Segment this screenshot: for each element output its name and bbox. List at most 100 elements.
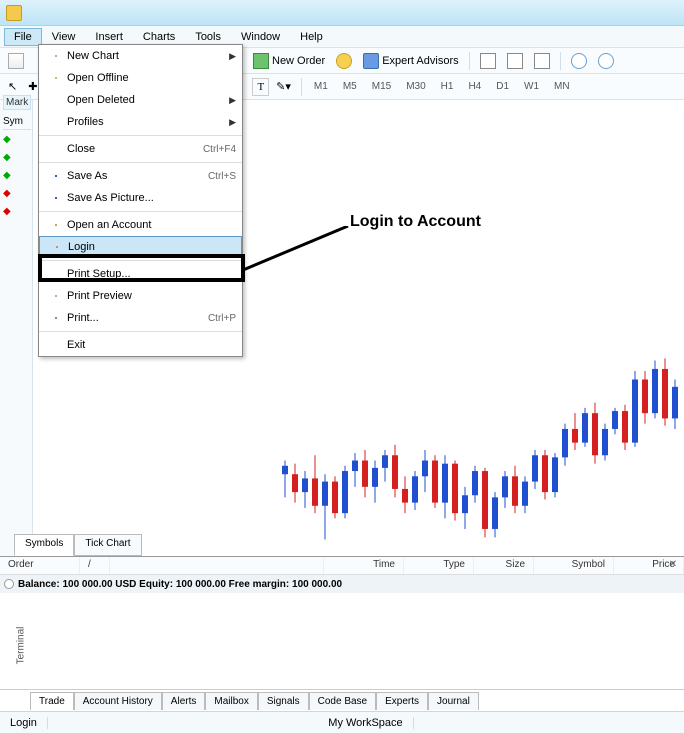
terminal-side-label: Terminal bbox=[15, 627, 26, 665]
file-open-offline[interactable]: Open Offline bbox=[39, 67, 242, 89]
tf-w1[interactable]: W1 bbox=[518, 78, 545, 95]
file-open-account[interactable]: Open an Account bbox=[39, 214, 242, 236]
tf-d1[interactable]: D1 bbox=[490, 78, 515, 95]
symbols-tab[interactable]: Symbols bbox=[14, 534, 74, 556]
tf-mn[interactable]: MN bbox=[548, 78, 576, 95]
col-time[interactable]: Time bbox=[324, 557, 404, 574]
up-arrow-icon: ◆ bbox=[3, 152, 17, 166]
terminal-tab-alerts[interactable]: Alerts bbox=[162, 692, 206, 710]
terminal-close-button[interactable]: ✕ bbox=[666, 559, 680, 573]
col-sort[interactable]: / bbox=[80, 557, 110, 574]
label: Print Preview bbox=[67, 290, 236, 302]
separator bbox=[301, 78, 302, 96]
expert-advisors-toggle[interactable] bbox=[332, 51, 356, 71]
status-circle-icon bbox=[4, 579, 14, 589]
up-arrow-icon: ◆ bbox=[3, 134, 17, 148]
file-print-preview[interactable]: Print Preview bbox=[39, 285, 242, 307]
col-type[interactable]: Type bbox=[404, 557, 474, 574]
indicators-btn[interactable] bbox=[530, 51, 554, 71]
label: Profiles bbox=[67, 116, 229, 128]
tf-h1[interactable]: H1 bbox=[435, 78, 460, 95]
file-save-as[interactable]: Save AsCtrl+S bbox=[39, 165, 242, 187]
file-open-deleted[interactable]: Open Deleted▶ bbox=[39, 89, 242, 111]
file-menu-dropdown: New Chart▶ Open Offline Open Deleted▶ Pr… bbox=[38, 44, 243, 357]
chart-shift-icon bbox=[507, 53, 523, 69]
terminal-tab-codebase[interactable]: Code Base bbox=[309, 692, 376, 710]
file-profiles[interactable]: Profiles▶ bbox=[39, 111, 242, 133]
terminal-header: Order / Time Type Size Symbol Price bbox=[0, 557, 684, 575]
menu-separator bbox=[39, 211, 242, 212]
zoom-in-icon bbox=[571, 53, 587, 69]
shortcut: Ctrl+F4 bbox=[195, 144, 236, 155]
down-arrow-icon: ◆ bbox=[3, 188, 17, 202]
printer-icon bbox=[55, 317, 57, 319]
login-icon bbox=[56, 246, 58, 248]
file-print-setup[interactable]: Print Setup... bbox=[39, 263, 242, 285]
tf-m30[interactable]: M30 bbox=[400, 78, 431, 95]
person-icon bbox=[55, 224, 57, 226]
submenu-arrow-icon: ▶ bbox=[229, 117, 236, 128]
text-label-tool[interactable]: T bbox=[252, 78, 269, 96]
file-save-as-picture[interactable]: Save As Picture... bbox=[39, 187, 242, 209]
tf-m15[interactable]: M15 bbox=[366, 78, 397, 95]
expert-advisors-button[interactable]: Expert Advisors bbox=[359, 51, 462, 71]
ea-label: Expert Advisors bbox=[382, 55, 458, 67]
file-close[interactable]: CloseCtrl+F4 bbox=[39, 138, 242, 160]
menu-charts[interactable]: Charts bbox=[133, 28, 185, 46]
file-print[interactable]: Print...Ctrl+P bbox=[39, 307, 242, 329]
label: Close bbox=[67, 143, 195, 155]
cursor-tool[interactable]: ↖ bbox=[4, 78, 21, 95]
menu-separator bbox=[39, 331, 242, 332]
label: New Chart bbox=[67, 50, 229, 62]
balance-row: Balance: 100 000.00 USD Equity: 100 000.… bbox=[0, 575, 684, 593]
drawing-tool[interactable]: ✎▾ bbox=[272, 78, 295, 95]
tf-m1[interactable]: M1 bbox=[308, 78, 334, 95]
ea-icon bbox=[363, 53, 379, 69]
save-icon bbox=[55, 175, 57, 177]
menu-window[interactable]: Window bbox=[231, 28, 290, 46]
indicators-icon bbox=[534, 53, 550, 69]
callout-text: Login to Account bbox=[350, 213, 481, 231]
terminal-tab-signals[interactable]: Signals bbox=[258, 692, 309, 710]
new-chart-icon bbox=[55, 55, 57, 57]
picture-icon bbox=[55, 197, 57, 199]
zoom-in-btn[interactable] bbox=[567, 51, 591, 71]
tf-m5[interactable]: M5 bbox=[337, 78, 363, 95]
chart-scroll-btn[interactable] bbox=[476, 51, 500, 71]
col-order[interactable]: Order bbox=[0, 557, 80, 574]
terminal-tab-experts[interactable]: Experts bbox=[376, 692, 428, 710]
separator bbox=[469, 52, 470, 70]
plus-icon bbox=[253, 53, 269, 69]
candlestick-chart bbox=[278, 350, 684, 560]
terminal-tab-trade[interactable]: Trade bbox=[30, 692, 74, 710]
tf-h4[interactable]: H4 bbox=[462, 78, 487, 95]
status-workspace: My WorkSpace bbox=[318, 717, 413, 729]
menu-help[interactable]: Help bbox=[290, 28, 333, 46]
menu-tools[interactable]: Tools bbox=[185, 28, 231, 46]
menu-view[interactable]: View bbox=[42, 28, 86, 46]
status-login: Login bbox=[0, 717, 48, 729]
menu-separator bbox=[39, 260, 242, 261]
file-new-chart[interactable]: New Chart▶ bbox=[39, 45, 242, 67]
terminal-tab-history[interactable]: Account History bbox=[74, 692, 162, 710]
menu-insert[interactable]: Insert bbox=[85, 28, 133, 46]
tick-chart-tab[interactable]: Tick Chart bbox=[74, 534, 141, 556]
shortcut: Ctrl+P bbox=[200, 313, 236, 324]
file-exit[interactable]: Exit bbox=[39, 334, 242, 356]
menu-file[interactable]: File bbox=[4, 28, 42, 46]
label: Save As bbox=[67, 170, 200, 182]
file-login[interactable]: Login bbox=[39, 236, 242, 258]
market-watch-header: Mark bbox=[3, 95, 31, 110]
terminal-tab-journal[interactable]: Journal bbox=[428, 692, 479, 710]
terminal-tab-mailbox[interactable]: Mailbox bbox=[205, 692, 257, 710]
col-symbol[interactable]: Symbol bbox=[534, 557, 614, 574]
label: Print Setup... bbox=[67, 268, 236, 280]
col-size[interactable]: Size bbox=[474, 557, 534, 574]
zoom-out-btn[interactable] bbox=[594, 51, 618, 71]
label: Open Offline bbox=[67, 72, 236, 84]
new-order-button[interactable]: New Order bbox=[249, 51, 329, 71]
toolbar-new-chart[interactable] bbox=[4, 51, 28, 71]
chart-shift-btn[interactable] bbox=[503, 51, 527, 71]
new-order-label: New Order bbox=[272, 55, 325, 67]
titlebar bbox=[0, 0, 684, 26]
